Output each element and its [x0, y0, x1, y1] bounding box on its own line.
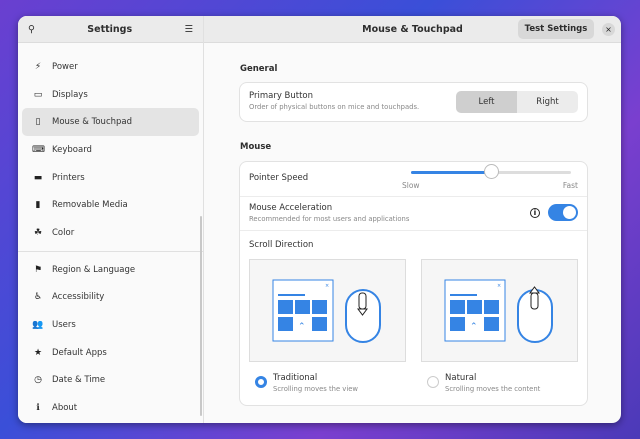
- sidebar-item-printers[interactable]: ▬ Printers: [22, 164, 199, 192]
- mouse-acceleration-label: Mouse Acceleration: [249, 203, 333, 213]
- mouse-card: Pointer Speed Slow Fast Mouse Accelerati…: [240, 162, 587, 405]
- traditional-label: Traditional: [273, 373, 318, 383]
- sidebar-item-color[interactable]: ☘ Color: [22, 219, 199, 247]
- date-time-icon: ◷: [34, 375, 42, 386]
- general-card: Primary Button Order of physical buttons…: [240, 83, 587, 121]
- pointer-speed-row: Pointer Speed Slow Fast: [240, 162, 587, 197]
- sidebar-item-label: Default Apps: [52, 347, 107, 358]
- sidebar-item-keyboard[interactable]: ⌨ Keyboard: [22, 136, 199, 164]
- accessibility-icon: ♿: [33, 292, 43, 303]
- sidebar-divider: [18, 250, 203, 252]
- sidebar-item-label: Date & Time: [52, 375, 106, 386]
- svg-text:⌃: ⌃: [470, 322, 478, 332]
- scroll-direction-label: Scroll Direction: [249, 240, 314, 250]
- sidebar-item-accessibility[interactable]: ♿ Accessibility: [22, 284, 199, 312]
- natural-scroll-image: ×⌃: [444, 279, 553, 343]
- sidebar-item-displays[interactable]: ▭ Displays: [22, 81, 199, 109]
- slider-handle[interactable]: [485, 165, 498, 178]
- slow-label: Slow: [402, 181, 420, 190]
- fast-label: Fast: [562, 181, 578, 190]
- natural-desc: Scrolling moves the content: [445, 385, 541, 393]
- right-button[interactable]: Right: [517, 91, 578, 113]
- header-bar: Mouse & Touchpad Test Settings ×: [204, 16, 621, 43]
- mouse-acceleration-row: Mouse Acceleration Recommended for most …: [240, 197, 587, 231]
- traditional-scroll-image: ×⌃: [272, 279, 381, 343]
- sidebar-item-power[interactable]: ⚡ Power: [22, 53, 199, 81]
- svg-text:⌃: ⌃: [298, 322, 306, 332]
- left-button[interactable]: Left: [456, 91, 517, 113]
- traditional-option: Traditional Scrolling moves the view: [273, 373, 358, 393]
- traditional-illustration[interactable]: × ⌃: [249, 259, 406, 362]
- color-icon: ☘: [33, 227, 43, 238]
- natural-illustration[interactable]: × ⌃: [421, 259, 578, 362]
- close-button[interactable]: ×: [602, 23, 615, 36]
- sidebar-item-region-language[interactable]: ⚑ Region & Language: [22, 256, 199, 284]
- natural-label: Natural: [445, 373, 477, 383]
- hamburger-menu-icon[interactable]: ☰: [184, 24, 193, 35]
- svg-text:×: ×: [325, 283, 329, 289]
- sidebar-item-label: Removable Media: [52, 200, 128, 211]
- primary-button-toggle: Left Right: [456, 91, 578, 113]
- sidebar-item-removable-media[interactable]: ▮ Removable Media: [22, 191, 199, 219]
- sidebar-item-label: Mouse & Touchpad: [52, 117, 133, 128]
- natural-radio[interactable]: [427, 376, 439, 388]
- general-heading: General: [240, 64, 278, 74]
- main-panel: Mouse & Touchpad Test Settings × General…: [204, 16, 621, 423]
- info-icon[interactable]: i: [530, 208, 540, 218]
- switch-knob: [563, 206, 576, 219]
- sidebar: ⚲ Settings ☰ ⚡ Power ▭ Displays ▯ Mouse & Tou…: [18, 16, 204, 423]
- users-icon: 👥: [32, 320, 44, 331]
- sidebar-item-label: Accessibility: [52, 292, 105, 303]
- sidebar-item-mouse-touchpad[interactable]: ▯ Mouse & Touchpad: [22, 108, 199, 137]
- keyboard-icon: ⌨: [32, 144, 45, 155]
- mouse-heading: Mouse: [240, 142, 272, 152]
- sidebar-item-label: Users: [52, 320, 76, 331]
- sidebar-item-label: Power: [52, 61, 78, 72]
- printers-icon: ▬: [33, 172, 43, 183]
- default-apps-icon: ★: [33, 347, 43, 358]
- displays-icon: ▭: [33, 89, 43, 100]
- test-settings-button[interactable]: Test Settings: [518, 19, 594, 39]
- mouse-touchpad-icon: ▯: [35, 117, 41, 128]
- power-icon: ⚡: [34, 61, 42, 72]
- sidebar-item-default-apps[interactable]: ★ Default Apps: [22, 339, 199, 367]
- natural-option: Natural Scrolling moves the content: [445, 373, 540, 393]
- sidebar-item-label: About: [52, 403, 78, 414]
- search-icon[interactable]: ⚲: [28, 24, 35, 35]
- sidebar-item-about[interactable]: ℹ About: [22, 394, 199, 422]
- mouse-acceleration-switch[interactable]: [548, 204, 578, 221]
- sidebar-item-label: Region & Language: [52, 264, 136, 275]
- sidebar-item-label: Keyboard: [52, 144, 92, 155]
- slider-fill: [411, 171, 491, 174]
- sidebar-item-label: Displays: [52, 89, 88, 100]
- about-icon: ℹ: [36, 403, 40, 414]
- sidebar-item-label: Color: [52, 227, 75, 238]
- sidebar-item-users[interactable]: 👥 Users: [22, 311, 199, 339]
- mouse-acceleration-desc: Recommended for most users and applicati…: [249, 215, 410, 223]
- traditional-desc: Scrolling moves the view: [273, 385, 358, 393]
- sidebar-item-date-time[interactable]: ◷ Date & Time: [22, 367, 199, 395]
- region-language-icon: ⚑: [33, 264, 43, 275]
- sidebar-title: Settings: [87, 23, 133, 35]
- settings-window: ⚲ Settings ☰ ⚡ Power ▭ Displays ▯ Mouse & Tou…: [18, 16, 621, 423]
- removable-media-icon: ▮: [35, 200, 41, 211]
- svg-text:×: ×: [497, 283, 501, 289]
- traditional-radio[interactable]: [255, 376, 267, 388]
- pointer-speed-slider[interactable]: [411, 165, 571, 178]
- sidebar-header: ⚲ Settings ☰: [18, 16, 203, 43]
- pointer-speed-label: Pointer Speed: [249, 173, 309, 183]
- sidebar-scrollbar[interactable]: [200, 216, 202, 416]
- sidebar-item-label: Printers: [52, 172, 85, 183]
